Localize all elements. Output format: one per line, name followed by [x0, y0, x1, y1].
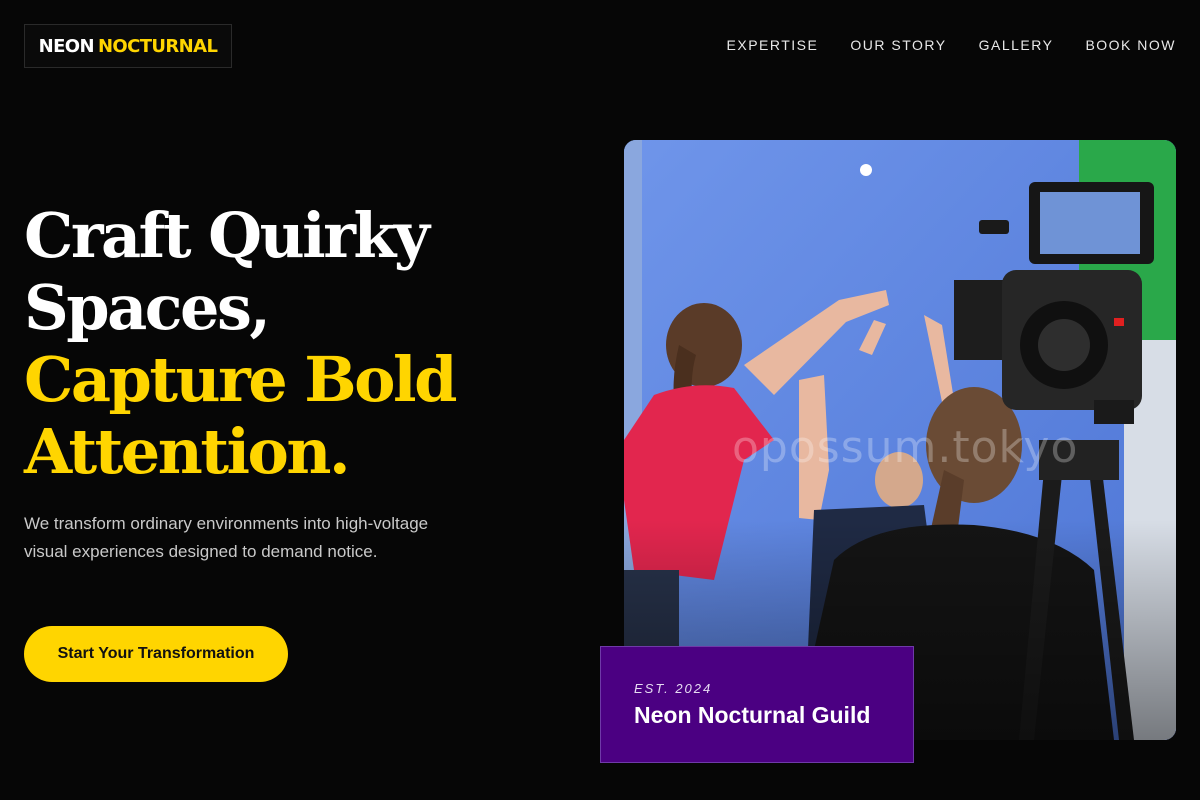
nav-item-gallery[interactable]: GALLERY [979, 37, 1054, 53]
main-nav: EXPERTISE OUR STORY GALLERY BOOK NOW [727, 37, 1176, 53]
headline-line-3: Capture Bold [24, 343, 457, 416]
headline-line-4: Attention. [24, 415, 351, 488]
nav-item-expertise[interactable]: EXPERTISE [727, 37, 819, 53]
established-badge: EST. 2024 Neon Nocturnal Guild [600, 646, 914, 763]
headline-line-1: Craft Quirky [24, 199, 430, 272]
hero-headline: Craft Quirky Spaces, Capture Bold Attent… [24, 200, 584, 488]
nav-item-book-now[interactable]: BOOK NOW [1085, 37, 1176, 53]
brand-name-part2: NOCTURNAL [97, 35, 218, 57]
headline-line-2: Spaces, [24, 271, 271, 344]
established-year: EST. 2024 [634, 681, 713, 696]
watermark-text: opossum.tokyo [732, 422, 1079, 473]
nav-item-our-story[interactable]: OUR STORY [850, 37, 946, 53]
brand-logo[interactable]: NEON NOCTURNAL [24, 24, 232, 68]
hero-subtitle: We transform ordinary environments into … [24, 514, 429, 561]
guild-name: Neon Nocturnal Guild [634, 702, 871, 728]
brand-name-part1: NEON [38, 35, 95, 57]
start-transformation-button[interactable]: Start Your Transformation [24, 626, 288, 682]
